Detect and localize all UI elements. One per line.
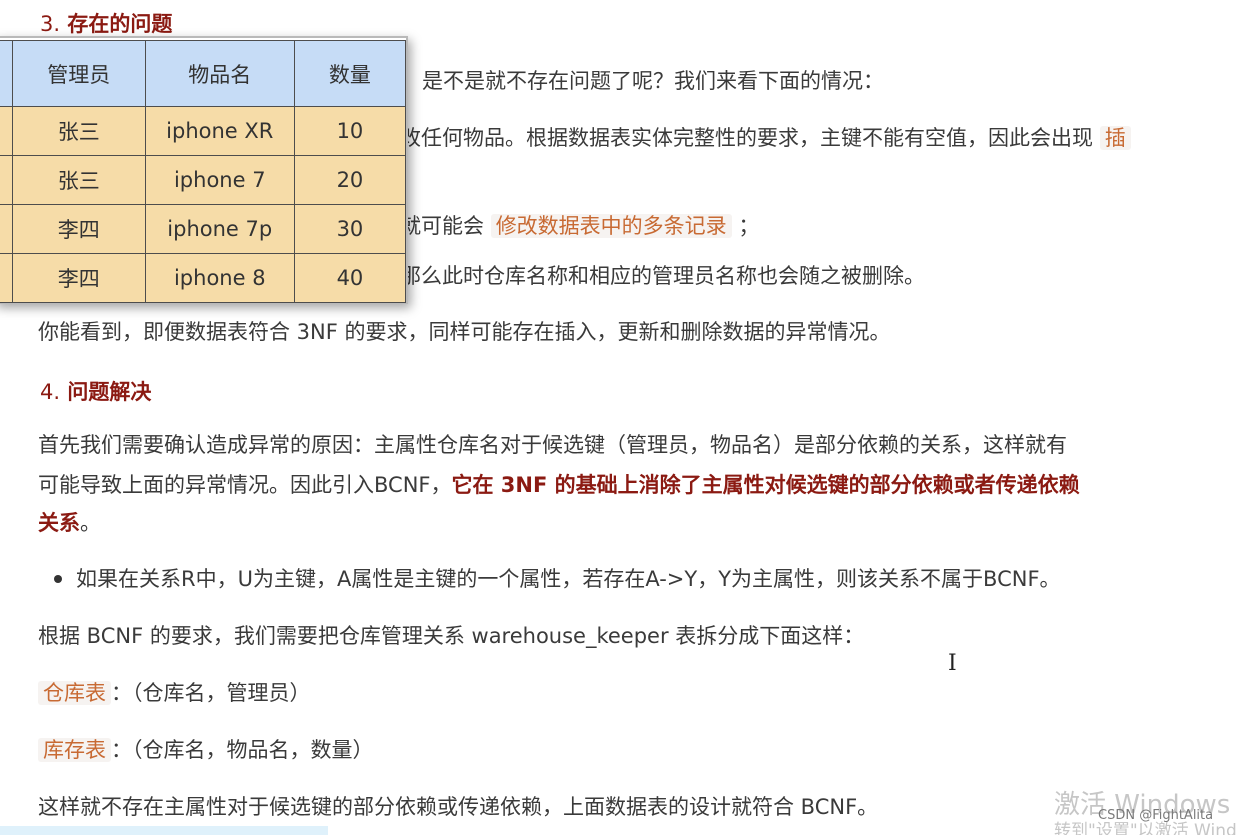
bullet-item: 如果在关系R中，U为主键，A属性是主键的一个属性，若存在A->Y，Y为主属性，则… [76, 567, 1061, 591]
table-cell: 10 [293, 106, 407, 156]
table-cell: iphone 7p [144, 204, 295, 254]
para-cause-line-3-plain: 。 [80, 511, 101, 535]
section-4-heading: 4. 问题解决 [40, 376, 151, 406]
bcnf-definition-bold: 它在 3NF 的基础上消除了主属性对候选键的部分依赖或者传递依赖 [451, 473, 1080, 497]
section-3-title: 存在的问题 [67, 12, 173, 36]
table-cell: iphone 8 [144, 253, 295, 303]
table-cell: 20 [293, 155, 407, 205]
partial-line-1: 是不是就不存在问题了呢？我们来看下面的情况： [422, 69, 884, 93]
table-header-cell: 数量 [293, 40, 407, 107]
warehouse-table: 管理员 物品名 数量 张三 iphone XR 10 张三 iphone 7 2… [0, 40, 407, 303]
section-4-title: 问题解决 [67, 380, 152, 404]
table-header-cell: 管理员 [11, 40, 146, 107]
para-cause-line-2: 可能导致上面的异常情况。因此引入BCNF，它在 3NF 的基础上消除了主属性对候… [38, 467, 1080, 503]
warehouse-table-popup: 管理员 物品名 数量 张三 iphone XR 10 张三 iphone 7 2… [0, 36, 408, 304]
table-cell: 张三 [11, 106, 146, 156]
table-cell: 40 [293, 253, 407, 303]
partial-line-3-suffix: ； [738, 214, 760, 238]
partial-line-3-prefix: 就可能会 [400, 214, 484, 238]
para-final: 这样就不存在主属性对于候选键的部分依赖或传递依赖，上面数据表的设计就符合 BCN… [38, 795, 879, 819]
bcnf-definition-bold-end: 关系 [38, 511, 80, 535]
table-row: 李四 iphone 7p 30 [0, 204, 407, 254]
section-3-number: 3. [40, 12, 61, 36]
table-cell [0, 253, 13, 303]
warehouse-table-name: 仓库表 [38, 681, 111, 705]
insert-anomaly-code: 插 [1099, 126, 1131, 150]
para-cause-line-1: 首先我们需要确认造成异常的原因：主属性仓库名对于候选键（管理员，物品名）是部分依… [38, 433, 1067, 457]
table-cell: 张三 [11, 155, 146, 205]
partial-line-2: 改任何物品。根据数据表实体完整性的要求，主键不能有空值，因此会出现 插 [400, 120, 1131, 156]
inventory-table-fields: ：（仓库名，物品名，数量） [111, 738, 374, 762]
table-cell [0, 106, 13, 156]
csdn-watermark: CSDN @FightAlita [1098, 808, 1214, 823]
warehouse-table-line: 仓库表 ：（仓库名，管理员） [38, 675, 311, 711]
partial-line-2-text: 改任何物品。根据数据表实体完整性的要求，主键不能有空值，因此会出现 [400, 126, 1093, 150]
table-header-row: 管理员 物品名 数量 [0, 40, 407, 107]
inventory-table-name: 库存表 [38, 738, 111, 762]
update-anomaly-code: 修改数据表中的多条记录 [490, 214, 732, 238]
para-cause-line-3: 关系。 [38, 505, 101, 541]
table-header-cell: 物品名 [144, 40, 295, 107]
table-cell: 李四 [11, 204, 146, 254]
table-row: 李四 iphone 8 40 [0, 253, 407, 303]
table-row: 张三 iphone XR 10 [0, 106, 407, 156]
table-cell: iphone 7 [144, 155, 295, 205]
para-cause-line-2-plain: 可能导致上面的异常情况。因此引入BCNF， [38, 473, 452, 497]
partial-line-4: 那么此时仓库名称和相应的管理员名称也会随之被删除。 [400, 264, 925, 288]
table-cell: 李四 [11, 253, 146, 303]
table-cell [0, 155, 13, 205]
bottom-highlight-bar [0, 826, 328, 835]
table-row: 张三 iphone 7 20 [0, 155, 407, 205]
partial-line-3: 就可能会 修改数据表中的多条记录 ； [400, 208, 759, 244]
table-cell: 30 [293, 204, 407, 254]
para-3nf-anomalies: 你能看到，即便数据表符合 3NF 的要求，同样可能存在插入，更新和删除数据的异常… [38, 320, 891, 344]
table-cell: iphone XR [144, 106, 295, 156]
table-cell [0, 204, 13, 254]
para-bcnf-split: 根据 BCNF 的要求，我们需要把仓库管理关系 warehouse_keeper… [38, 624, 865, 648]
bullet-dot-icon [54, 575, 62, 583]
warehouse-table-fields: ：（仓库名，管理员） [111, 681, 311, 705]
section-4-number: 4. [40, 380, 61, 404]
section-3-heading: 3. 存在的问题 [40, 8, 172, 38]
table-header-cell [0, 40, 13, 107]
inventory-table-line: 库存表 ：（仓库名，物品名，数量） [38, 732, 374, 768]
text-cursor-icon: I [948, 651, 957, 676]
